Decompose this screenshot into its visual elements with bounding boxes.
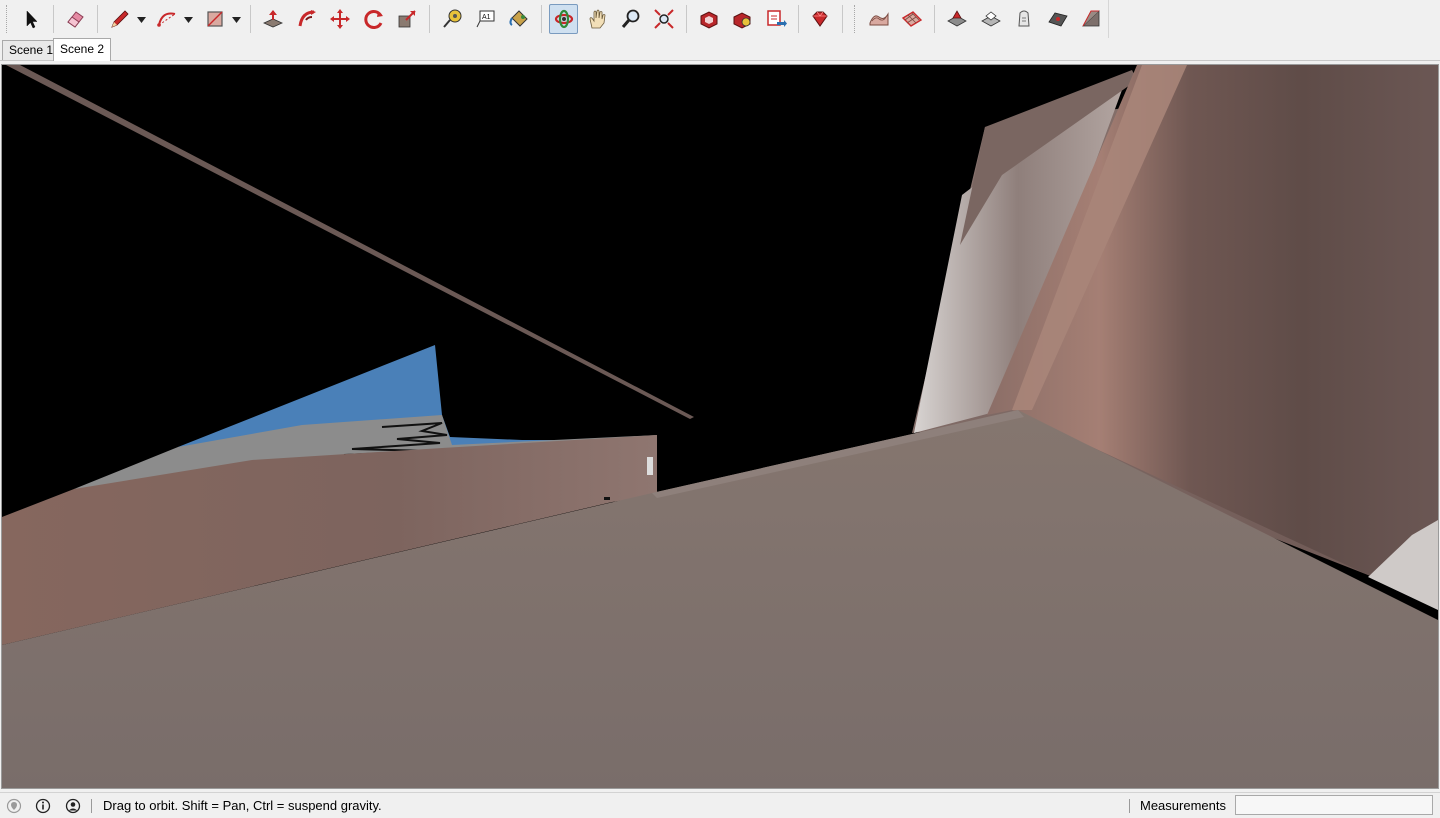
chevron-down-icon — [137, 10, 147, 28]
measurements-input[interactable] — [1235, 795, 1433, 815]
rectangle-tool-button[interactable] — [200, 4, 230, 34]
line-tool-button[interactable] — [105, 4, 135, 34]
small-object-shadow — [604, 497, 610, 500]
rectangle-tool-dropdown[interactable] — [231, 4, 241, 34]
pan-tool-button[interactable] — [582, 4, 612, 34]
extension-warehouse-button[interactable] — [728, 4, 758, 34]
paint-bucket-tool-button[interactable] — [504, 4, 534, 34]
account-icon[interactable] — [65, 798, 81, 814]
move-icon — [329, 8, 351, 30]
move-tool-button[interactable] — [325, 4, 355, 34]
sandbox-from-contours-icon — [1080, 8, 1102, 30]
line-tool-dropdown[interactable] — [137, 4, 147, 34]
follow-me-icon — [296, 8, 318, 30]
zoom-extents-icon — [653, 8, 675, 30]
sandbox-add-detail-icon — [1013, 8, 1035, 30]
sandbox-flip-edge-icon — [1047, 8, 1069, 30]
toolbar-separator — [934, 5, 936, 33]
orbit-icon — [553, 8, 575, 30]
chevron-down-icon — [231, 10, 241, 28]
scale-tool-button[interactable] — [393, 4, 423, 34]
pan-icon — [586, 8, 608, 30]
ruby-console-icon — [809, 8, 831, 30]
sandbox-smoove-icon — [868, 8, 890, 30]
select-tool-button[interactable] — [16, 4, 46, 34]
small-object — [647, 457, 653, 475]
svg-text:A1: A1 — [482, 14, 491, 21]
sandbox-drape-icon — [980, 8, 1002, 30]
send-to-layout-button[interactable] — [761, 4, 791, 34]
flip-edge-tool-button[interactable] — [1043, 4, 1073, 34]
ruby-console-button[interactable] — [806, 4, 836, 34]
arc-tool-dropdown[interactable] — [184, 4, 194, 34]
zoom-tool-button[interactable] — [616, 4, 646, 34]
measurements-label: Measurements — [1140, 798, 1226, 813]
large-tool-set: A1 — [0, 0, 1109, 38]
toolbar-separator — [685, 5, 687, 33]
toolbar-separator — [540, 5, 542, 33]
text-tool-button[interactable]: A1 — [471, 4, 501, 34]
roof-beam-edge — [6, 65, 694, 419]
eraser-icon — [64, 8, 86, 30]
orbit-tool-button[interactable] — [548, 4, 579, 34]
stamp-tool-button[interactable] — [942, 4, 972, 34]
select-icon — [20, 8, 42, 30]
arc-icon — [156, 8, 178, 30]
status-separator — [91, 799, 92, 813]
chevron-down-icon — [184, 10, 194, 28]
status-separator — [1129, 799, 1130, 813]
send-to-layout-icon — [765, 8, 787, 30]
pencil-line-icon — [109, 8, 131, 30]
scale-icon — [396, 8, 418, 30]
add-detail-tool-button[interactable] — [1009, 4, 1039, 34]
sandbox-stamp-icon — [946, 8, 968, 30]
sketchup-window: A1 Scene 1 Scene 2 Drag to orbit. Shift … — [0, 0, 1440, 818]
geo-location-icon[interactable] — [6, 798, 22, 814]
credits-icon[interactable] — [35, 798, 51, 814]
rotate-icon — [363, 8, 385, 30]
toolbar-separator — [429, 5, 431, 33]
toolbar-separator — [797, 5, 799, 33]
scene-tab-2[interactable]: Scene 2 — [53, 38, 112, 61]
push-pull-icon — [262, 8, 284, 30]
toolbar-separator — [250, 5, 252, 33]
toolbar-grip[interactable] — [6, 5, 10, 33]
from-contours-tool-button[interactable] — [1076, 4, 1106, 34]
3d-warehouse-button[interactable] — [694, 4, 724, 34]
tape-measure-tool-button[interactable] — [437, 4, 467, 34]
tape-measure-icon — [441, 8, 463, 30]
toolbar-grip[interactable] — [854, 5, 858, 33]
model-viewport[interactable] — [1, 64, 1439, 789]
zoom-icon — [620, 8, 642, 30]
text-icon: A1 — [474, 8, 496, 30]
extension-warehouse-icon — [731, 8, 753, 30]
rotate-tool-button[interactable] — [359, 4, 389, 34]
push-pull-tool-button[interactable] — [258, 4, 288, 34]
arc-tool-button[interactable] — [152, 4, 182, 34]
warehouse-icon — [698, 8, 720, 30]
viewport-scene — [2, 65, 1438, 788]
status-message: Drag to orbit. Shift = Pan, Ctrl = suspe… — [103, 798, 382, 813]
follow-me-tool-button[interactable] — [292, 4, 322, 34]
zoom-extents-tool-button[interactable] — [649, 4, 679, 34]
scene-tab-1[interactable]: Scene 1 — [2, 40, 61, 60]
scene-tab-bar: Scene 1 Scene 2 — [0, 38, 1440, 61]
main-toolbar: A1 — [0, 0, 1440, 38]
toolbar-separator — [842, 5, 844, 33]
status-bar: Drag to orbit. Shift = Pan, Ctrl = suspe… — [0, 792, 1440, 818]
toolbar-separator — [97, 5, 99, 33]
paint-bucket-icon — [508, 8, 530, 30]
drape-tool-button[interactable] — [976, 4, 1006, 34]
eraser-tool-button[interactable] — [61, 4, 91, 34]
smoove-tool-button[interactable] — [864, 4, 894, 34]
toolbar-separator — [52, 5, 54, 33]
sandbox-from-scratch-icon — [901, 8, 923, 30]
from-scratch-tool-button[interactable] — [898, 4, 928, 34]
rectangle-icon — [204, 8, 226, 30]
